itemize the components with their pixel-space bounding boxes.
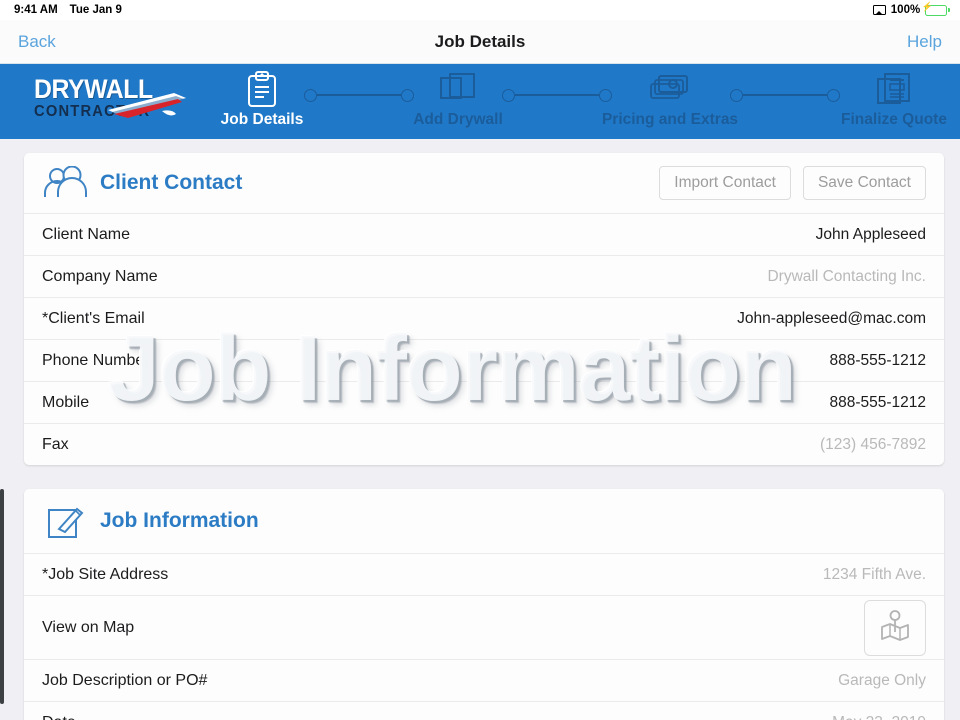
- fax-field[interactable]: (123) 456-7892: [820, 436, 926, 454]
- step-job-details[interactable]: Job Details: [212, 64, 312, 139]
- row-label: Fax: [42, 435, 69, 453]
- phone-number-field[interactable]: 888-555-1212: [829, 352, 926, 370]
- row-clients-email[interactable]: *Client's Email John-appleseed@mac.com: [24, 297, 944, 339]
- job-site-address-field[interactable]: 1234 Fifth Ave.: [823, 566, 926, 584]
- row-label: Job Description or PO#: [42, 671, 208, 689]
- step-finalize-quote[interactable]: Finalize Quote: [832, 64, 956, 139]
- status-time: 9:41 AM: [14, 4, 58, 16]
- row-view-on-map[interactable]: View on Map: [24, 595, 944, 659]
- row-mobile[interactable]: Mobile 888-555-1212: [24, 381, 944, 423]
- edit-square-icon: [42, 501, 88, 541]
- sheets-icon: [439, 68, 477, 110]
- client-contact-header: Client Contact Import Contact Save Conta…: [24, 153, 944, 213]
- job-information-title: Job Information: [100, 509, 259, 532]
- client-contact-title: Client Contact: [100, 171, 243, 194]
- job-information-header: Job Information: [24, 489, 944, 553]
- mobile-field[interactable]: 888-555-1212: [829, 394, 926, 412]
- stepper-connector-3: [730, 88, 840, 102]
- client-name-field[interactable]: John Appleseed: [816, 226, 926, 244]
- company-name-field[interactable]: Drywall Contacting Inc.: [767, 268, 926, 286]
- navigation-bar: Back Job Details Help: [0, 20, 960, 64]
- step-label: Finalize Quote: [841, 111, 947, 128]
- brand-header: DRYWALL CONTRACTOR Job Details Add Drywa…: [0, 64, 960, 139]
- row-label: Client Name: [42, 225, 131, 243]
- battery-charging-icon: ⚡: [922, 2, 950, 16]
- import-contact-button[interactable]: Import Contact: [659, 166, 791, 200]
- row-label: Mobile: [42, 393, 90, 411]
- clipboard-icon: [245, 68, 279, 110]
- status-bar-right: 100% ⚡: [872, 2, 950, 16]
- row-label: Date: [42, 714, 76, 720]
- row-label: *Job Site Address: [42, 565, 169, 583]
- client-contact-actions: Import Contact Save Contact: [659, 166, 926, 200]
- row-label: View on Map: [42, 618, 135, 636]
- row-label: Company Name: [42, 267, 158, 285]
- money-icon: [649, 68, 691, 110]
- step-label: Add Drywall: [413, 111, 503, 128]
- save-contact-button[interactable]: Save Contact: [802, 166, 926, 200]
- scrollbar[interactable]: [0, 489, 4, 704]
- battery-percent-label: 100%: [890, 4, 921, 16]
- logo-swoosh-icon: [108, 93, 186, 118]
- stepper-connector-2: [502, 88, 612, 102]
- date-field[interactable]: May 23, 2019: [832, 714, 926, 720]
- map-icon: [880, 609, 910, 646]
- back-button[interactable]: Back: [18, 32, 56, 52]
- step-label: Job Details: [220, 111, 304, 128]
- scroll-content[interactable]: Client Contact Import Contact Save Conta…: [0, 139, 960, 720]
- status-date: Tue Jan 9: [69, 4, 122, 16]
- status-bar: 9:41 AM Tue Jan 9 100% ⚡: [0, 0, 960, 20]
- row-date[interactable]: Date May 23, 2019: [24, 701, 944, 720]
- row-label: *Client's Email: [42, 309, 145, 327]
- row-label: Phone Number: [42, 351, 150, 369]
- row-client-name[interactable]: Client Name John Appleseed: [24, 213, 944, 255]
- row-job-description[interactable]: Job Description or PO# Garage Only: [24, 659, 944, 701]
- step-pricing-and-extras[interactable]: Pricing and Extras: [601, 64, 739, 139]
- document-icon: [876, 68, 912, 110]
- step-add-drywall[interactable]: Add Drywall: [408, 64, 508, 139]
- job-information-card: Job Information *Job Site Address 1234 F…: [24, 489, 944, 720]
- row-job-site-address[interactable]: *Job Site Address 1234 Fifth Ave.: [24, 553, 944, 595]
- stepper-connector-1: [304, 88, 414, 102]
- view-on-map-button[interactable]: [864, 599, 926, 656]
- clients-email-field[interactable]: John-appleseed@mac.com: [737, 310, 926, 328]
- job-description-field[interactable]: Garage Only: [838, 672, 926, 690]
- client-contact-card: Client Contact Import Contact Save Conta…: [24, 153, 944, 465]
- airplay-icon: [872, 5, 886, 15]
- help-button[interactable]: Help: [907, 32, 942, 52]
- people-icon: [42, 166, 88, 200]
- row-fax[interactable]: Fax (123) 456-7892: [24, 423, 944, 465]
- progress-stepper: Job Details Add Drywall Pricing and Extr…: [212, 64, 960, 139]
- status-bar-left: 9:41 AM Tue Jan 9: [14, 4, 122, 16]
- app-root: 9:41 AM Tue Jan 9 100% ⚡ Back Job Detail…: [0, 0, 960, 720]
- step-label: Pricing and Extras: [601, 111, 739, 128]
- row-company-name[interactable]: Company Name Drywall Contacting Inc.: [24, 255, 944, 297]
- page-title: Job Details: [434, 31, 526, 51]
- row-phone-number[interactable]: Phone Number 888-555-1212: [24, 339, 944, 381]
